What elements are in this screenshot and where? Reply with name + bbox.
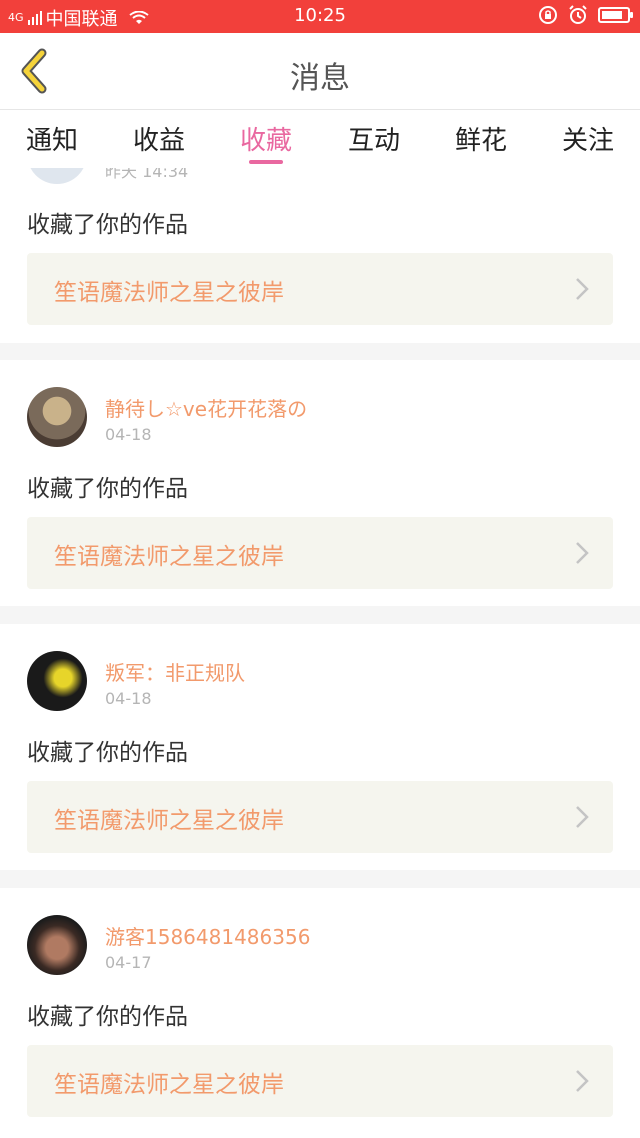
avatar[interactable] xyxy=(27,915,87,975)
tab-flowers[interactable]: 鲜花 xyxy=(431,120,531,157)
favorites-list[interactable]: 昨天 14:34 收藏了你的作品 笙语魔法师之星之彼岸 静待し☆ve花开花落の … xyxy=(0,168,640,1138)
battery-level xyxy=(602,11,622,19)
work-title: 笙语魔法师之星之彼岸 xyxy=(54,1072,284,1098)
work-title: 笙语魔法师之星之彼岸 xyxy=(54,544,284,570)
username[interactable]: 叛军：非正规队 xyxy=(105,657,245,686)
battery-icon xyxy=(598,7,633,23)
avatar[interactable] xyxy=(27,168,87,184)
work-link[interactable]: 笙语魔法师之星之彼岸 xyxy=(27,1045,613,1117)
page-title: 消息 xyxy=(290,61,350,96)
timestamp: 04-17 xyxy=(105,953,152,972)
avatar[interactable] xyxy=(27,387,87,447)
work-link[interactable]: 笙语魔法师之星之彼岸 xyxy=(27,517,613,589)
action-text: 收藏了你的作品 xyxy=(27,740,188,766)
work-title: 笙语魔法师之星之彼岸 xyxy=(54,808,284,834)
action-text: 收藏了你的作品 xyxy=(27,476,188,502)
username[interactable]: 游客1586481486356 xyxy=(105,921,310,950)
tab-notifications[interactable]: 通知 xyxy=(2,120,102,157)
work-link[interactable]: 笙语魔法师之星之彼岸 xyxy=(27,781,613,853)
work-title: 笙语魔法师之星之彼岸 xyxy=(54,280,284,306)
tab-earnings[interactable]: 收益 xyxy=(109,120,209,157)
action-text: 收藏了你的作品 xyxy=(27,1004,188,1030)
chevron-right-icon xyxy=(576,806,589,828)
list-item: 静待し☆ve花开花落の 04-18 收藏了你的作品 笙语魔法师之星之彼岸 xyxy=(0,360,640,606)
work-link[interactable]: 笙语魔法师之星之彼岸 xyxy=(27,253,613,325)
list-item: 叛军：非正规队 04-18 收藏了你的作品 笙语魔法师之星之彼岸 xyxy=(0,624,640,870)
username[interactable]: 静待し☆ve花开花落の xyxy=(105,393,307,422)
tab-interactions[interactable]: 互动 xyxy=(324,120,424,157)
list-item: 游客1586481486356 04-17 收藏了你的作品 笙语魔法师之星之彼岸 xyxy=(0,888,640,1138)
alarm-icon xyxy=(569,5,587,24)
avatar[interactable] xyxy=(27,651,87,711)
list-item: 昨天 14:34 收藏了你的作品 笙语魔法师之星之彼岸 xyxy=(0,168,640,343)
timestamp: 04-18 xyxy=(105,689,152,708)
tab-bar: 通知 收益 收藏 互动 鲜花 关注 xyxy=(0,110,640,168)
app-header: 消息 xyxy=(0,33,640,110)
timestamp: 04-18 xyxy=(105,425,152,444)
status-bar: 4G 中国联通 10:25 xyxy=(0,0,640,33)
rotation-lock-icon xyxy=(539,6,557,24)
timestamp: 昨天 14:34 xyxy=(105,168,189,181)
active-tab-indicator xyxy=(249,160,283,164)
chevron-right-icon xyxy=(576,542,589,564)
tab-follows[interactable]: 关注 xyxy=(538,120,638,157)
status-right xyxy=(538,5,633,25)
action-text: 收藏了你的作品 xyxy=(27,212,188,238)
chevron-right-icon xyxy=(576,278,589,300)
chevron-right-icon xyxy=(576,1070,589,1092)
tab-favorites[interactable]: 收藏 xyxy=(216,120,316,157)
